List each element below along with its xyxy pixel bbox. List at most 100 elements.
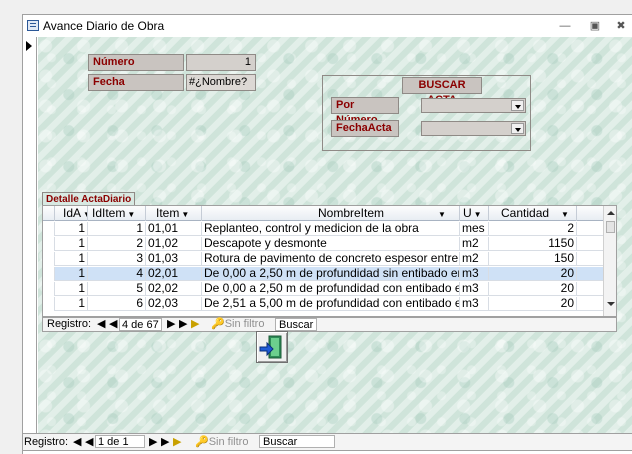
cell-u[interactable]: m3 xyxy=(460,297,489,311)
cell-ida[interactable]: 1 xyxy=(55,297,88,311)
maximize-button[interactable]: ▣ xyxy=(586,19,604,33)
cell-ida[interactable]: 1 xyxy=(55,282,88,296)
cell-nombre[interactable]: De 2,51 a 5,00 m de profundidad con enti… xyxy=(202,297,460,311)
first-record-icon[interactable]: ◀ xyxy=(73,436,81,449)
cell-nombre[interactable]: Rotura de pavimento de concreto espesor … xyxy=(202,252,460,266)
current-record-box[interactable]: 4 de 67 xyxy=(119,318,162,331)
cell-item[interactable]: 01,02 xyxy=(146,237,202,251)
fecha-label: Fecha xyxy=(88,74,184,91)
cell-iditem[interactable]: 4 xyxy=(88,267,146,281)
table-row[interactable]: 1 1 01,01 Replanteo, control y medicion de … xyxy=(43,222,603,236)
record-selector[interactable] xyxy=(23,37,37,441)
fecha-field[interactable]: #¿Nombre? xyxy=(186,74,256,91)
sort-arrow-icon[interactable]: ▼ xyxy=(81,210,87,219)
cell-cantidad[interactable]: 1150 xyxy=(489,237,577,251)
cell-ida[interactable]: 1 xyxy=(55,252,88,266)
fecha-acta-label: FechaActa xyxy=(331,120,399,137)
no-filter-indicator[interactable]: 🔑 Sin filtro xyxy=(211,318,264,331)
cell-cantidad[interactable]: 20 xyxy=(489,297,577,311)
cell-cantidad[interactable]: 20 xyxy=(489,282,577,296)
no-filter-indicator[interactable]: 🔑 Sin filtro xyxy=(195,436,248,449)
previous-record-icon[interactable]: ◀ xyxy=(109,318,117,331)
cell-nombre[interactable]: Descapote y desmonte xyxy=(202,237,460,251)
scroll-thumb[interactable] xyxy=(606,221,615,233)
fecha-acta-combo[interactable] xyxy=(421,121,526,136)
exit-door-icon[interactable] xyxy=(256,331,288,363)
scroll-down-icon[interactable] xyxy=(607,302,615,306)
search-input[interactable]: Buscar xyxy=(259,435,335,448)
cell-ida[interactable]: 1 xyxy=(55,267,88,281)
table-row[interactable]: 1 6 02,03 De 2,51 a 5,00 m de profundidad c… xyxy=(43,297,603,311)
new-record-icon[interactable]: ▶ xyxy=(191,318,199,331)
cell-iditem[interactable]: 5 xyxy=(88,282,146,296)
cell-iditem[interactable]: 3 xyxy=(88,252,146,266)
cell-cantidad[interactable]: 2 xyxy=(489,222,577,236)
sort-arrow-icon[interactable]: ▼ xyxy=(549,210,569,219)
row-selector[interactable] xyxy=(43,237,55,251)
sort-arrow-icon[interactable]: ▼ xyxy=(384,210,446,219)
col-header-cantidad[interactable]: Cantidad ▼ xyxy=(489,206,577,221)
table-row[interactable]: 1 3 01,03 Rotura de pavimento de concreto e… xyxy=(43,252,603,266)
form-window: Avance Diario de Obra — ▣ ✖ Número 1 Fec… xyxy=(22,14,632,454)
table-row[interactable]: 1 4 02,01 De 0,00 a 2,50 m de profundidad s… xyxy=(43,267,603,281)
first-record-icon[interactable]: ◀ xyxy=(97,318,105,331)
row-selector[interactable] xyxy=(43,282,55,296)
numero-field[interactable]: 1 xyxy=(186,54,256,71)
cell-u[interactable]: m3 xyxy=(460,282,489,296)
last-record-icon[interactable]: ▶ xyxy=(161,436,169,449)
col-header-item[interactable]: Item ▼ xyxy=(146,206,202,221)
col-header-label: NombreItem xyxy=(318,206,385,220)
sort-arrow-icon[interactable]: ▼ xyxy=(472,210,482,219)
col-header-iditem[interactable]: IdItem ▼ xyxy=(88,206,146,221)
buscar-acta-button[interactable]: BUSCAR ACTA xyxy=(402,77,482,106)
chevron-down-icon[interactable] xyxy=(511,123,524,134)
cell-iditem[interactable]: 6 xyxy=(88,297,146,311)
close-button[interactable]: ✖ xyxy=(612,19,630,33)
last-record-icon[interactable]: ▶ xyxy=(179,318,187,331)
cell-item[interactable]: 02,03 xyxy=(146,297,202,311)
cell-iditem[interactable]: 1 xyxy=(88,222,146,236)
main-record-navigator: Registro: ◀ ◀ 1 de 1 ▶ ▶ ▶ 🔑 Sin filtro … xyxy=(23,433,632,451)
scroll-up-icon[interactable] xyxy=(607,211,615,215)
row-selector[interactable] xyxy=(43,267,55,281)
cell-u[interactable]: m2 xyxy=(460,237,489,251)
cell-item[interactable]: 01,01 xyxy=(146,222,202,236)
new-record-icon[interactable]: ▶ xyxy=(173,436,181,449)
next-record-icon[interactable]: ▶ xyxy=(149,436,157,449)
cell-item[interactable]: 02,01 xyxy=(146,267,202,281)
chevron-down-icon[interactable] xyxy=(511,100,524,111)
current-record-arrow-icon xyxy=(26,41,32,51)
select-all-corner[interactable] xyxy=(43,206,55,221)
col-header-nombreitem[interactable]: NombreItem ▼ xyxy=(202,206,460,221)
cell-iditem[interactable]: 2 xyxy=(88,237,146,251)
vertical-scrollbar[interactable] xyxy=(603,206,616,316)
sort-arrow-icon[interactable]: ▼ xyxy=(179,210,189,219)
cell-nombre[interactable]: De 0,00 a 2,50 m de profundidad con enti… xyxy=(202,282,460,296)
table-row[interactable]: 1 5 02,02 De 0,00 a 2,50 m de profundidad c… xyxy=(43,282,603,296)
cell-nombre[interactable]: Replanteo, control y medicion de la obra xyxy=(202,222,460,236)
col-header-ida[interactable]: IdA▼ xyxy=(55,206,88,221)
por-numero-combo[interactable] xyxy=(421,98,526,113)
cell-u[interactable]: m2 xyxy=(460,252,489,266)
cell-u[interactable]: mes xyxy=(460,222,489,236)
row-selector[interactable] xyxy=(43,297,55,311)
cell-nombre[interactable]: De 0,00 a 2,50 m de profundidad sin enti… xyxy=(202,267,460,281)
cell-item[interactable]: 02,02 xyxy=(146,282,202,296)
cell-cantidad[interactable]: 20 xyxy=(489,267,577,281)
table-row[interactable]: 1 2 01,02 Descapote y desmonte m2 1150 xyxy=(43,237,603,251)
col-header-u[interactable]: U ▼ xyxy=(460,206,489,221)
current-record-box[interactable]: 1 de 1 xyxy=(95,435,145,448)
col-header-label: IdA xyxy=(63,206,82,220)
row-selector[interactable] xyxy=(43,222,55,236)
previous-record-icon[interactable]: ◀ xyxy=(85,436,93,449)
cell-item[interactable]: 01,03 xyxy=(146,252,202,266)
row-selector[interactable] xyxy=(43,252,55,266)
minimize-button[interactable]: — xyxy=(556,19,574,33)
next-record-icon[interactable]: ▶ xyxy=(167,318,175,331)
search-input[interactable]: Buscar xyxy=(275,318,318,331)
cell-cantidad[interactable]: 150 xyxy=(489,252,577,266)
sort-arrow-icon[interactable]: ▼ xyxy=(125,210,135,219)
cell-ida[interactable]: 1 xyxy=(55,237,88,251)
cell-ida[interactable]: 1 xyxy=(55,222,88,236)
cell-u[interactable]: m3 xyxy=(460,267,489,281)
